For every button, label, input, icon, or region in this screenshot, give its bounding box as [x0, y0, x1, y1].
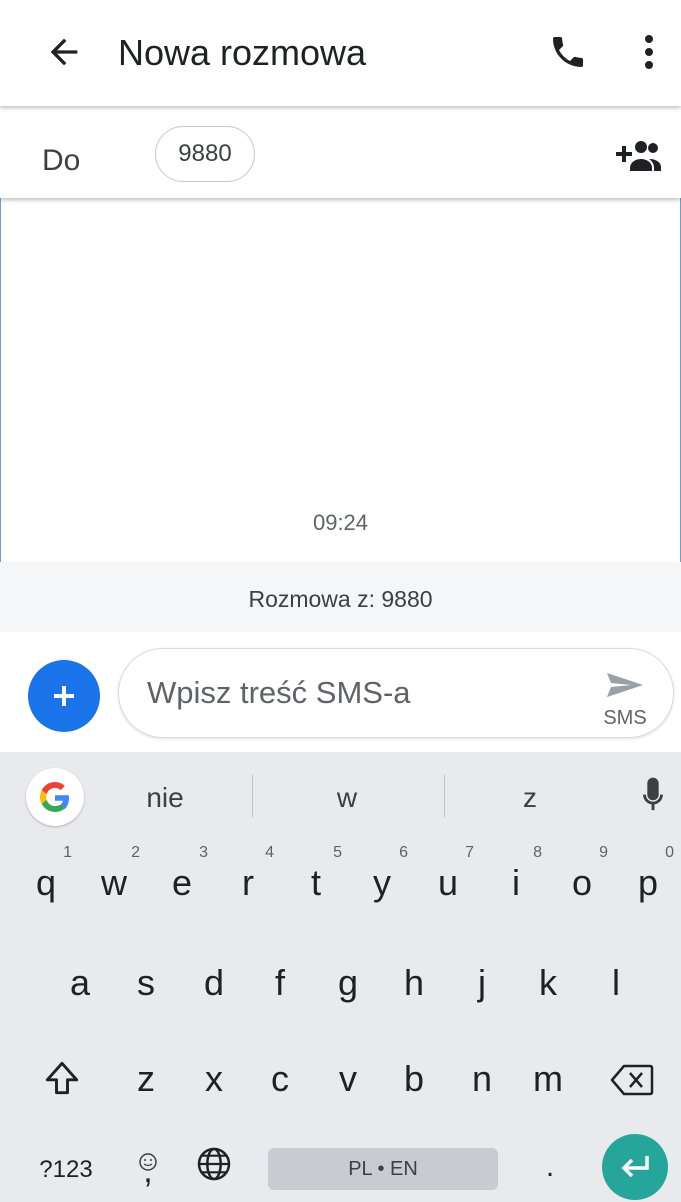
key-j[interactable]: j [450, 962, 514, 1004]
key-q[interactable]: q1 [14, 844, 78, 904]
key-i[interactable]: i8 [484, 844, 548, 904]
shift-icon[interactable] [30, 1056, 94, 1109]
recipient-bar: Do 9880 [0, 106, 681, 198]
google-icon[interactable] [26, 768, 84, 826]
conversation-info: Rozmowa z: 9880 [248, 586, 433, 612]
key-m[interactable]: m [516, 1058, 580, 1100]
key-e[interactable]: e3 [150, 844, 214, 904]
globe-icon[interactable] [182, 1144, 246, 1193]
key-h[interactable]: h [382, 962, 446, 1004]
compose-bar: Wpisz treść SMS-a SMS [0, 632, 681, 752]
key-d[interactable]: d [182, 962, 246, 1004]
key-g[interactable]: g [316, 962, 380, 1004]
send-sms-button[interactable]: SMS [595, 663, 655, 729]
recipient-chip[interactable]: 9880 [155, 126, 255, 182]
key-a[interactable]: a [48, 962, 112, 1004]
key-k[interactable]: k [516, 962, 580, 1004]
key-v[interactable]: v [316, 1058, 380, 1100]
key-o[interactable]: o9 [550, 844, 614, 904]
page-title: Nowa rozmowa [118, 32, 367, 73]
suggestion-divider [252, 774, 253, 818]
key-n[interactable]: n [450, 1058, 514, 1100]
suggestion-divider [444, 774, 445, 818]
backspace-icon[interactable] [600, 1060, 664, 1109]
suggestion-3[interactable]: z [470, 782, 590, 814]
microphone-icon[interactable] [636, 776, 670, 816]
emoji-comma-key[interactable]: , [116, 1140, 180, 1200]
spacebar[interactable]: PL • EN [268, 1148, 498, 1190]
more-options-icon[interactable] [632, 30, 666, 74]
attach-plus-button[interactable] [28, 660, 100, 732]
key-u[interactable]: u7 [416, 844, 480, 904]
message-placeholder: Wpisz treść SMS-a [147, 675, 411, 710]
suggestion-strip: nie w z [0, 752, 681, 838]
suggestion-2[interactable]: w [287, 782, 407, 814]
key-y[interactable]: y6 [350, 844, 414, 904]
key-s[interactable]: s [114, 962, 178, 1004]
send-label: SMS [603, 707, 647, 729]
message-input[interactable]: Wpisz treść SMS-a SMS [118, 648, 674, 738]
key-r[interactable]: r4 [216, 844, 280, 904]
key-w[interactable]: w2 [82, 844, 146, 904]
key-z[interactable]: z [114, 1058, 178, 1100]
keyboard: nie w z q1 w2 e3 r4 t5 y6 u7 i8 o9 p0 a … [0, 752, 681, 1202]
suggestion-1[interactable]: nie [105, 782, 225, 814]
enter-button[interactable] [602, 1134, 668, 1200]
plus-icon [54, 686, 74, 706]
key-rows: q1 w2 e3 r4 t5 y6 u7 i8 o9 p0 a s d f g … [0, 838, 681, 1202]
key-l[interactable]: l [584, 962, 648, 1004]
timestamp: 09:24 [312, 510, 369, 535]
send-icon [607, 673, 643, 697]
key-f[interactable]: f [248, 962, 312, 1004]
phone-icon[interactable] [548, 32, 588, 72]
key-x[interactable]: x [182, 1058, 246, 1100]
back-arrow-icon[interactable] [44, 32, 84, 72]
key-b[interactable]: b [382, 1058, 446, 1100]
conversation-info-band: Rozmowa z: 9880 [0, 562, 681, 632]
add-people-icon[interactable] [612, 138, 662, 174]
key-t[interactable]: t5 [284, 844, 348, 904]
period-key[interactable]: . [518, 1150, 582, 1184]
enter-icon [621, 1156, 649, 1178]
key-c[interactable]: c [248, 1058, 312, 1100]
to-label: Do [42, 144, 81, 177]
key-p[interactable]: p0 [616, 844, 680, 904]
top-app-bar: Nowa rozmowa [0, 0, 681, 106]
symbols-key[interactable]: ?123 [26, 1156, 106, 1184]
